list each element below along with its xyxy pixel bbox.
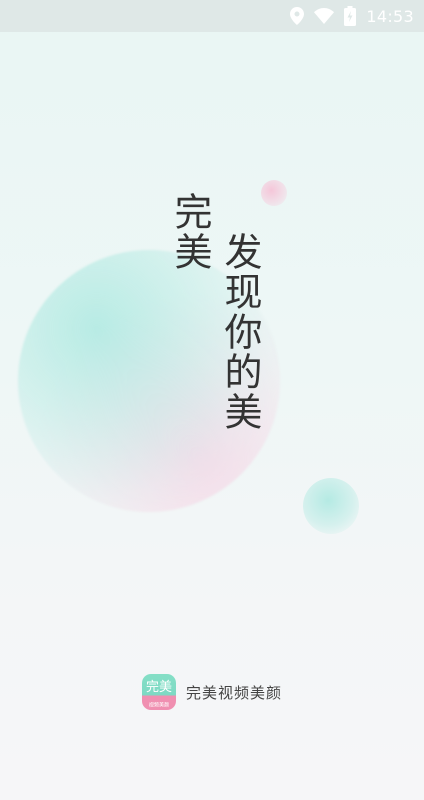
location-icon [290, 7, 305, 25]
decorative-mint-bubble [303, 478, 359, 534]
battery-icon [344, 6, 357, 26]
decorative-pink-bubble [261, 180, 287, 206]
status-clock: 14:53 [366, 6, 414, 26]
app-logo-main-text: 完美 [145, 680, 172, 695]
splash-screen: 完美 发现你的美 完美 视频美颜 完美视频美颜 [0, 32, 424, 800]
app-name: 完美视频美颜 [186, 683, 283, 702]
status-bar: 14:53 [0, 0, 424, 32]
footer-brand: 完美 视频美颜 完美视频美颜 [142, 674, 282, 710]
brand-vertical-text: 完美 [168, 192, 212, 272]
wifi-icon [314, 8, 335, 24]
app-logo-icon: 完美 视频美颜 [142, 674, 176, 710]
tagline-vertical-text: 发现你的美 [218, 232, 262, 432]
status-icons: 14:53 [290, 0, 414, 32]
app-logo-sub-text: 视频美颜 [148, 702, 170, 709]
